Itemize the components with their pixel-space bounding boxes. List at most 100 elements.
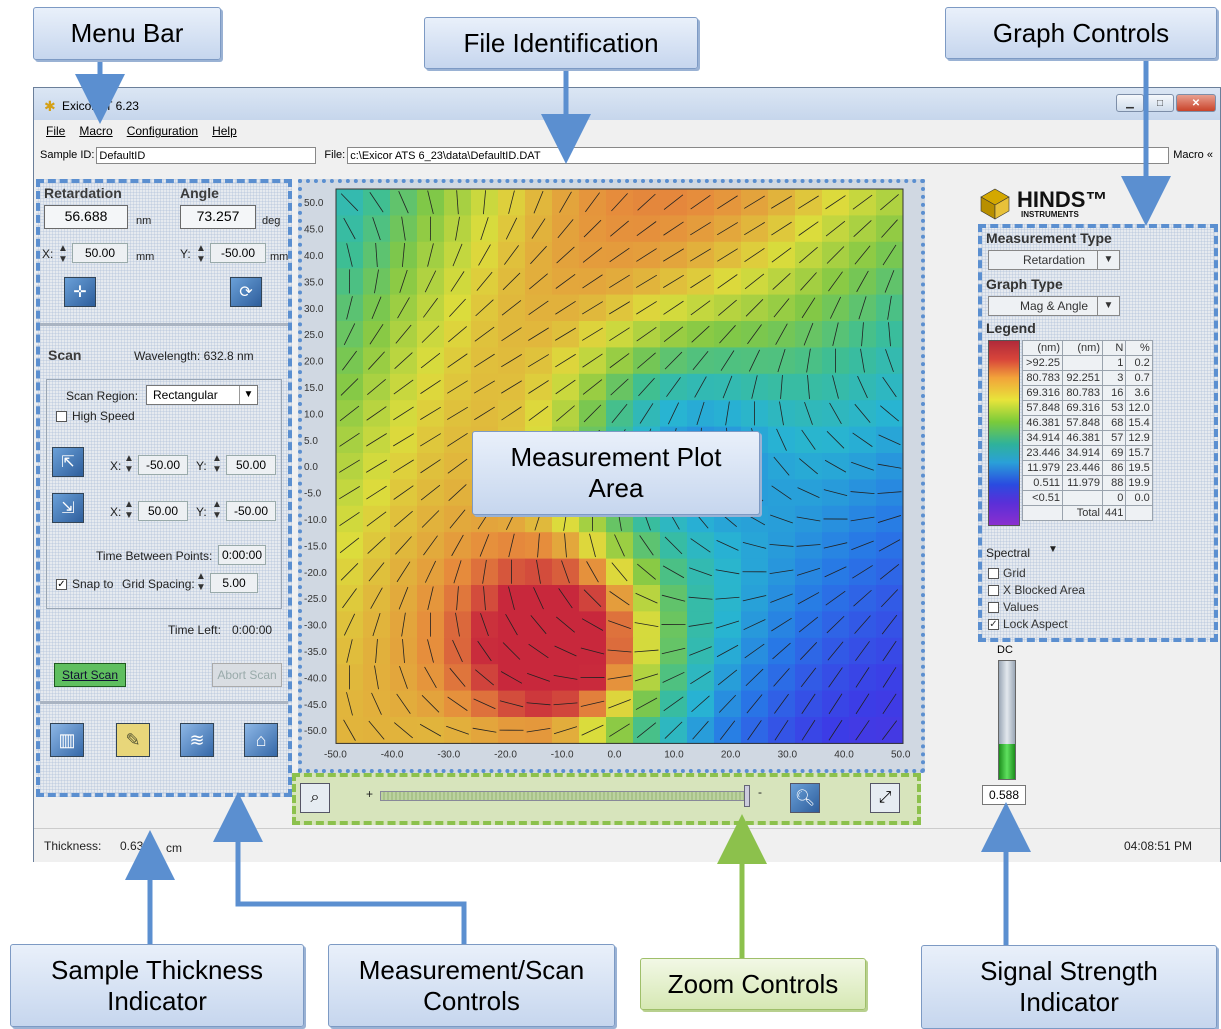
retardation-value: 56.688 bbox=[44, 205, 128, 229]
legend-row: 11.979 23.446 86 19.5 bbox=[1022, 460, 1153, 476]
menu-configuration[interactable]: Configuration bbox=[127, 124, 198, 138]
checkbox[interactable] bbox=[988, 601, 999, 613]
file-label: File: bbox=[324, 149, 346, 161]
menu-bar: File Macro Configuration Help bbox=[34, 120, 1220, 142]
legend-header-row: (nm) (nm) N% bbox=[1022, 340, 1153, 356]
snap-label: Snap to bbox=[72, 577, 114, 591]
start-x-input[interactable]: -50.00 bbox=[138, 455, 188, 475]
file-path-field[interactable]: c:\Exicor ATS 6_23\data\DefaultID.DAT bbox=[347, 146, 1170, 164]
measurement-scan-controls: Retardation Angle 56.688 nm 73.257 deg X… bbox=[36, 179, 292, 797]
legend-cell: 69.316 bbox=[1062, 400, 1103, 416]
graph-type-label: Graph Type bbox=[986, 276, 1063, 292]
legend-cell: Total bbox=[1062, 505, 1103, 521]
legend-cell: 19.5 bbox=[1125, 460, 1153, 476]
checkbox[interactable] bbox=[988, 584, 999, 596]
macro-toggle[interactable]: Macro « bbox=[1173, 149, 1213, 161]
legend-cell: 92.251 bbox=[1062, 370, 1103, 386]
refresh-measurement-button[interactable]: ⟳ bbox=[230, 277, 262, 307]
start-y-spinner-icon[interactable]: ▲ ▼ bbox=[212, 453, 222, 475]
end-x-input[interactable]: 50.00 bbox=[138, 501, 188, 521]
histogram-button[interactable]: ▥ bbox=[50, 723, 84, 757]
minimize-button[interactable]: ▁ bbox=[1116, 94, 1144, 112]
x-tick-label: -40.0 bbox=[381, 749, 404, 760]
move-to-position-button[interactable]: ✛ bbox=[64, 277, 96, 307]
graph-type-select[interactable]: Mag & Angle ▼ bbox=[988, 296, 1120, 316]
zoom-fit-button[interactable]: ⤢ bbox=[870, 783, 900, 813]
menu-macro[interactable]: Macro bbox=[79, 124, 112, 138]
end-y-spinner-icon[interactable]: ▲ ▼ bbox=[212, 499, 222, 521]
option-grid[interactable]: Grid bbox=[988, 566, 1026, 580]
legend-cell bbox=[1022, 505, 1063, 521]
x-position-input[interactable]: 50.00 bbox=[72, 243, 128, 263]
maximize-button[interactable]: □ bbox=[1146, 94, 1174, 112]
menu-file[interactable]: File bbox=[46, 124, 65, 138]
y-tick-label: -10.0 bbox=[304, 515, 327, 526]
palette-select[interactable]: Spectral bbox=[986, 546, 1030, 560]
legend-cell: 57.848 bbox=[1022, 400, 1063, 416]
home-button[interactable]: ⌂ bbox=[244, 723, 278, 757]
set-end-point-button[interactable]: ⇲ bbox=[52, 493, 84, 523]
legend-cell: 11.979 bbox=[1022, 460, 1063, 476]
legend-cell: N bbox=[1101, 340, 1127, 356]
profile-button[interactable]: ≋ bbox=[180, 723, 214, 757]
legend-cell: 46.381 bbox=[1062, 430, 1103, 446]
refresh-icon: ⟳ bbox=[239, 284, 253, 301]
y-tick-label: -15.0 bbox=[304, 541, 327, 552]
histogram-icon: ▥ bbox=[58, 729, 76, 750]
sample-id-input[interactable]: DefaultID bbox=[96, 146, 317, 164]
y-tick-label: 20.0 bbox=[304, 357, 324, 368]
callout-graph-controls: Graph Controls bbox=[945, 7, 1217, 59]
high-speed-label: High Speed bbox=[72, 409, 135, 423]
zoom-controls: ⌕ + - 🔍︎ ⤢ bbox=[292, 773, 921, 825]
zoom-button[interactable]: 🔍︎ bbox=[790, 783, 820, 813]
measurement-type-select[interactable]: Retardation ▼ bbox=[988, 250, 1120, 270]
thickness-unit: cm bbox=[166, 841, 182, 855]
close-button[interactable]: ✕ bbox=[1176, 94, 1216, 112]
home-icon: ⌂ bbox=[255, 729, 267, 750]
waveform-icon: ≋ bbox=[189, 729, 205, 750]
checkbox[interactable] bbox=[988, 567, 999, 579]
y-tick-label: -35.0 bbox=[304, 647, 327, 658]
zoom-slider[interactable] bbox=[380, 791, 750, 801]
checkbox-label: Lock Aspect bbox=[1003, 617, 1068, 631]
grid-spacing-spinner-icon[interactable]: ▲ ▼ bbox=[196, 571, 206, 593]
end-x-spinner-icon[interactable]: ▲ ▼ bbox=[124, 499, 134, 521]
start-y-input[interactable]: 50.00 bbox=[226, 455, 276, 475]
palette-dropdown-icon[interactable]: ▼ bbox=[1048, 544, 1058, 555]
option-values[interactable]: Values bbox=[988, 600, 1039, 614]
fit-to-window-icon: ⤢ bbox=[878, 789, 892, 806]
x-tick-label: -10.0 bbox=[551, 749, 574, 760]
y-spinner-icon[interactable]: ▲ ▼ bbox=[196, 243, 206, 265]
y-position-input[interactable]: -50.00 bbox=[210, 243, 266, 263]
scan-region-select[interactable]: Rectangular ▼ bbox=[146, 385, 258, 405]
callout-zoom-controls: Zoom Controls bbox=[640, 958, 866, 1010]
high-speed-checkbox[interactable] bbox=[56, 411, 67, 422]
grid-spacing-input[interactable]: 5.00 bbox=[210, 573, 258, 593]
start-scan-button[interactable]: Start Scan bbox=[54, 663, 126, 687]
time-between-input[interactable]: 0:00:00 bbox=[218, 545, 266, 565]
start-x-spinner-icon[interactable]: ▲ ▼ bbox=[124, 453, 134, 475]
graph-controls: Measurement Type Retardation ▼ Graph Typ… bbox=[978, 224, 1218, 642]
angle-label: Angle bbox=[180, 185, 219, 201]
end-y-input[interactable]: -50.00 bbox=[226, 501, 276, 521]
logo-subtext: INSTRUMENTS bbox=[1021, 210, 1079, 219]
end-y-label: Y: bbox=[196, 505, 207, 519]
angle-value: 73.257 bbox=[180, 205, 256, 229]
checkbox[interactable]: ✓ bbox=[988, 618, 999, 630]
x-spinner-icon[interactable]: ▲ ▼ bbox=[58, 243, 68, 265]
set-start-point-button[interactable]: ⇱ bbox=[52, 447, 84, 477]
retardation-unit: nm bbox=[136, 215, 152, 227]
menu-help[interactable]: Help bbox=[212, 124, 237, 138]
y-tick-label: 30.0 bbox=[304, 304, 324, 315]
notes-button[interactable]: ✎ bbox=[116, 723, 150, 757]
zoom-slider-handle[interactable] bbox=[744, 785, 750, 807]
zoom-select-button[interactable]: ⌕ bbox=[300, 783, 330, 813]
legend-cell: 1 bbox=[1101, 355, 1127, 371]
abort-scan-button[interactable]: Abort Scan bbox=[212, 663, 282, 687]
section-divider bbox=[40, 323, 288, 326]
callout-menu-bar: Menu Bar bbox=[33, 7, 221, 60]
callout-signal-strength: Signal Strength Indicator bbox=[921, 945, 1217, 1029]
snap-checkbox[interactable]: ✓ bbox=[56, 579, 67, 590]
option-x-blocked-area[interactable]: X Blocked Area bbox=[988, 583, 1085, 597]
option-lock-aspect[interactable]: ✓ Lock Aspect bbox=[988, 617, 1068, 631]
